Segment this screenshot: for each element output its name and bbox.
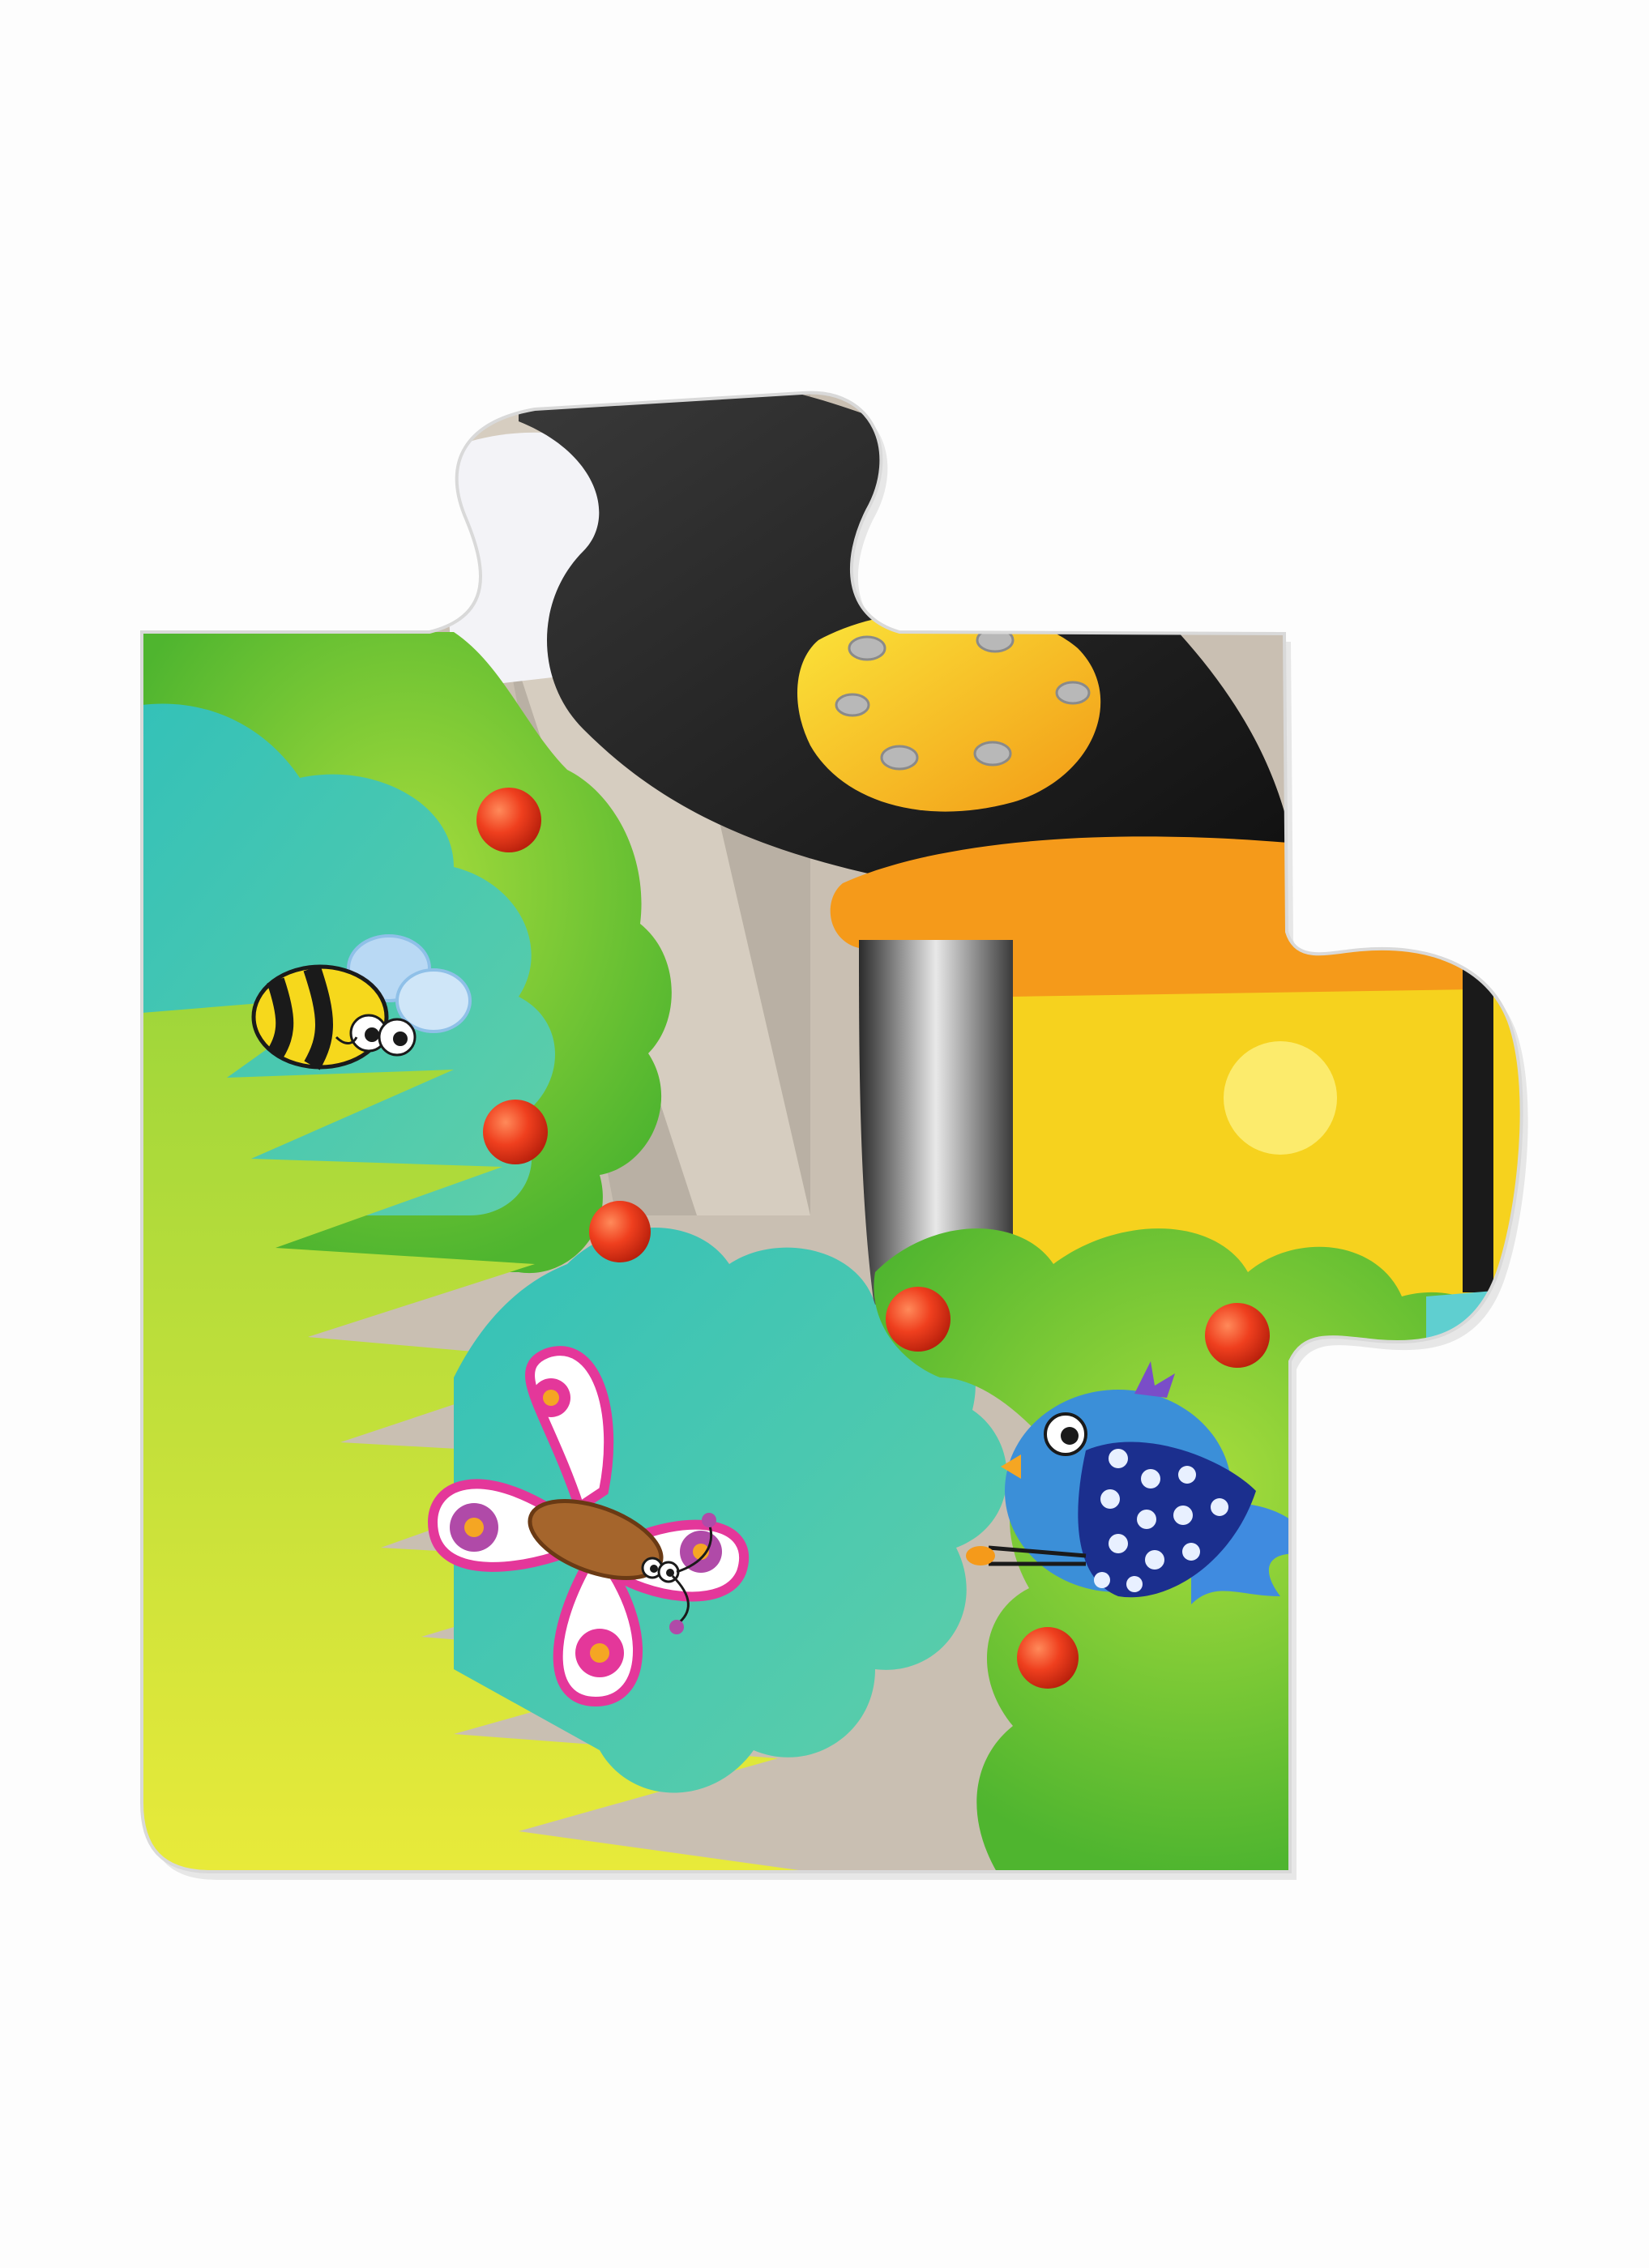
puzzle-piece-scene (140, 391, 1528, 1881)
berry-icon (1205, 1303, 1270, 1368)
berry-icon (1017, 1627, 1079, 1689)
puzzle-piece (142, 392, 1522, 1873)
berry-icon (886, 1287, 951, 1352)
berry-icon (476, 788, 541, 852)
berry-icon (483, 1100, 548, 1164)
berry-icon (589, 1201, 651, 1262)
sun-icon (1224, 1041, 1337, 1155)
